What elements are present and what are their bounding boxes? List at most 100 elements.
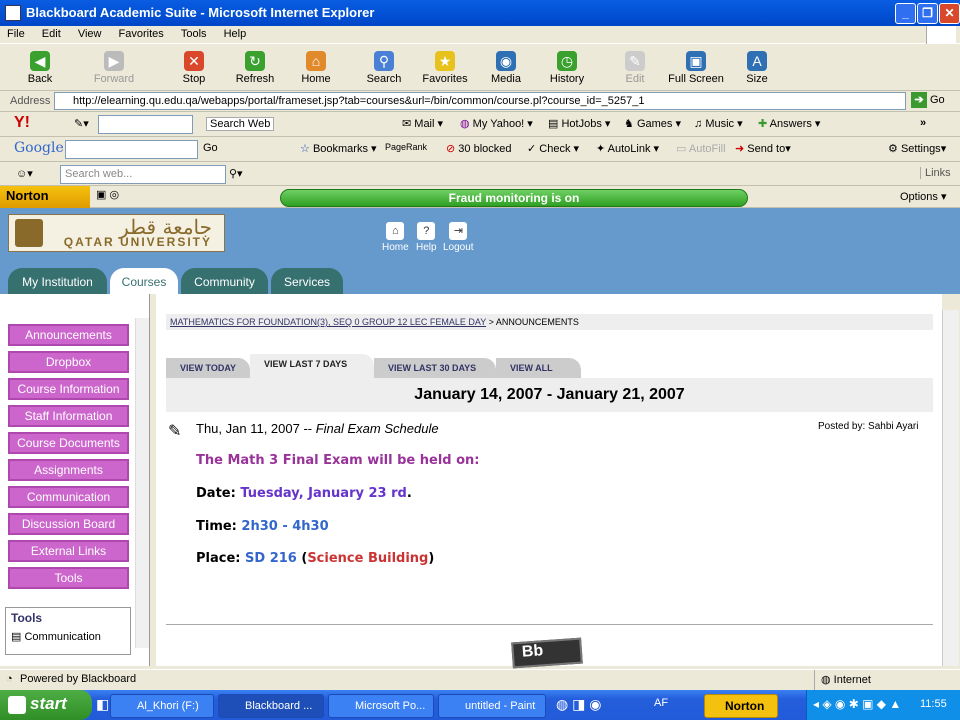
menu-help[interactable]: Help (217, 26, 254, 42)
my-yahoo-button[interactable]: ◍ My Yahoo! ▾ (460, 117, 533, 130)
home-button[interactable]: ⌂ Home (286, 47, 346, 85)
links-label[interactable]: Links (920, 167, 951, 179)
task-powerpoint[interactable]: Microsoft Po... (328, 694, 434, 718)
search-icon[interactable]: ⚲▾ (229, 167, 243, 180)
pencil-icon[interactable]: ✎▾ (74, 117, 89, 130)
help-link[interactable]: ? Help (416, 222, 437, 253)
announcement-line-1: The Math 3 Final Exam will be held on: (196, 453, 480, 468)
task-al-khori[interactable]: Al_Khori (F:) (110, 694, 214, 718)
nav-discussion-board[interactable]: Discussion Board (8, 513, 129, 535)
home-link[interactable]: ⌂ Home (382, 222, 409, 253)
nav-assignments[interactable]: Assignments (8, 459, 129, 481)
tray-icons[interactable]: ◂ ◈ ◉ ✱ ▣ ◆ ▲ (813, 697, 901, 711)
forward-button[interactable]: ▶ Forward (84, 47, 144, 85)
hotjobs-button[interactable]: ▤ HotJobs ▾ (548, 117, 610, 130)
refresh-button[interactable]: ↻ Refresh (225, 47, 285, 85)
task-blackboard[interactable]: Blackboard ... (218, 694, 324, 718)
menu-edit[interactable]: Edit (35, 26, 68, 42)
logout-link[interactable]: ⇥ Logout (443, 222, 474, 253)
norton-logo[interactable]: Norton (0, 186, 90, 208)
google-go-button[interactable]: Go (203, 142, 218, 154)
history-icon: ◷ (557, 51, 577, 71)
search-web-button[interactable]: Search Web (206, 117, 275, 131)
nav-tools[interactable]: Tools (8, 567, 129, 589)
tab-community[interactable]: Community (181, 268, 268, 294)
fullscreen-icon: ▣ (686, 51, 706, 71)
back-button[interactable]: ◀ Back (10, 47, 70, 85)
address-input[interactable]: http://elearning.qu.edu.qa/webapps/porta… (54, 92, 906, 110)
maximize-button[interactable]: ❐ (917, 3, 938, 24)
go-button[interactable]: ➔ Go (911, 92, 956, 110)
yahoo-search-input[interactable] (98, 115, 193, 134)
toolbar-menu-icon[interactable]: ☺▾ (16, 167, 33, 180)
tab-view-today[interactable]: VIEW TODAY (166, 358, 250, 378)
nav-course-documents[interactable]: Course Documents (8, 432, 129, 454)
window-title-bar[interactable]: Blackboard Academic Suite - Microsoft In… (0, 0, 960, 26)
gear-icon: ⚙ (888, 143, 898, 155)
search-button[interactable]: ⚲ Search (354, 47, 414, 85)
yahoo-mail-button[interactable]: ✉ Mail ▾ (402, 117, 443, 130)
answers-button[interactable]: ✚ Answers ▾ (758, 117, 820, 130)
norton-taskbar-button[interactable]: Norton (704, 694, 778, 718)
tab-courses[interactable]: Courses (110, 268, 178, 294)
menu-view[interactable]: View (71, 26, 109, 42)
tools-communication-link[interactable]: ▤ Communication (6, 628, 130, 645)
tab-view-last-7-days[interactable]: VIEW LAST 7 DAYS (250, 354, 374, 378)
menu-tools[interactable]: Tools (174, 26, 214, 42)
quicklaunch-icons[interactable]: ◍ ◨ ◉ (556, 696, 601, 713)
favorites-button[interactable]: ★ Favorites (415, 47, 475, 85)
right-scrollbar[interactable] (942, 310, 959, 666)
menu-file[interactable]: File (0, 26, 32, 42)
history-button[interactable]: ◷ History (537, 47, 597, 85)
autofill-button[interactable]: ▭ AutoFill (676, 142, 726, 155)
nav-course-information[interactable]: Course Information (8, 378, 129, 400)
spellcheck-icon: ✓ (527, 143, 537, 155)
web-search-input[interactable]: Search web... (60, 165, 226, 184)
fraud-monitor-status[interactable]: Fraud monitoring is on (280, 189, 748, 207)
tab-view-last-30-days[interactable]: VIEW LAST 30 DAYS (374, 358, 496, 378)
yahoo-logo-icon[interactable]: Y! (14, 114, 30, 132)
nav-staff-information[interactable]: Staff Information (8, 405, 129, 427)
tab-view-all[interactable]: VIEW ALL (496, 358, 581, 378)
google-search-input[interactable] (65, 140, 198, 159)
bookmarks-button[interactable]: ☆ Bookmarks ▾ (300, 142, 377, 155)
tab-my-institution[interactable]: My Institution (8, 268, 107, 294)
fullscreen-button[interactable]: ▣ Full Screen (666, 47, 726, 85)
close-button[interactable]: ✕ (939, 3, 960, 24)
size-button[interactable]: A Size (727, 47, 787, 85)
language-indicator[interactable]: AF (654, 697, 668, 709)
chevron-right-icon[interactable]: » (920, 117, 926, 129)
forward-label: Forward (93, 73, 135, 85)
powered-by-blackboard-logo[interactable]: Bb (511, 637, 583, 669)
popup-blocker-button[interactable]: ⊘ 30 blocked (446, 142, 512, 155)
nav-communication[interactable]: Communication (8, 486, 129, 508)
settings-label: Settings (900, 143, 941, 155)
nav-external-links[interactable]: External Links (8, 540, 129, 562)
place-close: ) (428, 551, 435, 566)
autolink-button[interactable]: ✦ AutoLink ▾ (596, 142, 659, 155)
menu-favorites[interactable]: Favorites (112, 26, 171, 42)
music-button[interactable]: ♫ Music ▾ (694, 117, 743, 130)
stop-label: Stop (182, 73, 206, 85)
media-button[interactable]: ◉ Media (476, 47, 536, 85)
minimize-button[interactable]: _ (895, 3, 916, 24)
tab-services[interactable]: Services (271, 268, 343, 294)
settings-button[interactable]: ⚙ Settings▾ (888, 142, 946, 155)
communication-icon: ▤ (11, 631, 22, 643)
edit-button[interactable]: ✎ Edit (605, 47, 665, 85)
announcement-title: Final Exam Schedule (315, 421, 439, 436)
norton-options-button[interactable]: Options ▾ (900, 190, 947, 203)
send-to-button[interactable]: ➜ Send to▾ (735, 142, 791, 155)
start-button[interactable]: start (0, 690, 92, 720)
breadcrumb-course-link[interactable]: MATHEMATICS FOR FOUNDATION(3), SEQ 0 GRO… (170, 317, 486, 327)
spellcheck-button[interactable]: ✓ Check ▾ (527, 142, 579, 155)
nav-announcements[interactable]: Announcements (8, 324, 129, 346)
norton-monitor-icon[interactable]: ▣ ◎ (96, 188, 119, 201)
stop-button[interactable]: ✕ Stop (164, 47, 224, 85)
games-button[interactable]: ♞ Games ▾ (624, 117, 681, 130)
task-paint[interactable]: untitled - Paint (438, 694, 546, 718)
left-scrollbar[interactable] (135, 318, 149, 648)
google-logo-icon[interactable]: Google (14, 140, 64, 156)
quicklaunch-icon[interactable]: ◧ (96, 696, 109, 713)
nav-dropbox[interactable]: Dropbox (8, 351, 129, 373)
